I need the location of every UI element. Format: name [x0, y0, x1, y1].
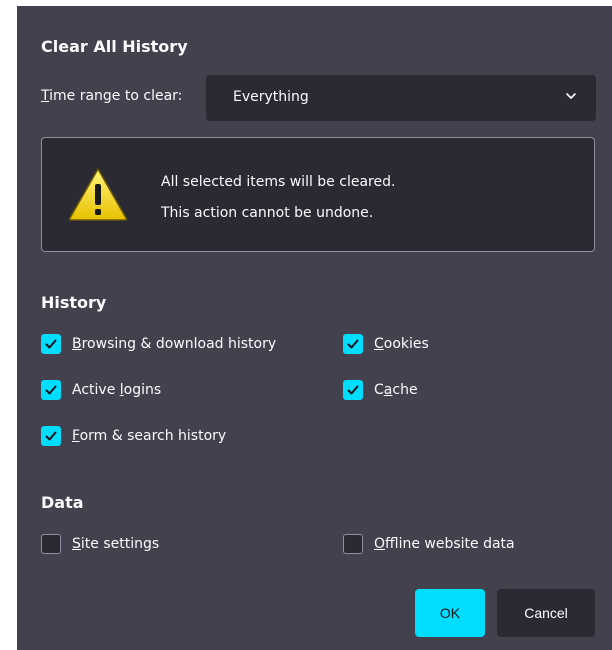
warning-line-2: This action cannot be undone. — [161, 205, 374, 221]
active-logins-checkbox[interactable]: Active logins — [41, 380, 161, 400]
site-settings-checkbox[interactable]: Site settings — [41, 534, 159, 554]
warning-line-1: All selected items will be cleared. — [161, 174, 396, 190]
checkmark-icon — [343, 334, 363, 354]
checkbox-label: Cookies — [374, 336, 429, 352]
checkmark-icon — [41, 334, 61, 354]
time-range-label-access-key: T — [41, 88, 50, 104]
checkbox-label: Site settings — [72, 536, 160, 552]
warning-icon — [68, 168, 128, 221]
clear-history-dialog: Clear All History Time range to clear: E… — [17, 6, 612, 650]
checkmark-icon — [343, 380, 363, 400]
cancel-button[interactable]: Cancel — [497, 589, 595, 637]
offline-website-data-checkbox[interactable]: Offline website data — [343, 534, 515, 554]
history-section-title: History — [41, 293, 107, 312]
time-range-label-text: ime range to clear: — [49, 88, 183, 104]
dialog-title: Clear All History — [41, 37, 188, 56]
form-search-history-checkbox[interactable]: Form & search history — [41, 426, 226, 446]
data-section-title: Data — [41, 493, 84, 512]
chevron-down-icon — [566, 93, 576, 99]
checkbox-label: Browsing & download history — [72, 336, 277, 352]
cookies-checkbox[interactable]: Cookies — [343, 334, 429, 354]
checkbox-label: Active logins — [72, 382, 162, 398]
time-range-select[interactable]: Everything — [206, 75, 596, 121]
time-range-value: Everything — [233, 89, 309, 105]
checkbox-label: Form & search history — [72, 428, 227, 444]
browsing-history-checkbox[interactable]: Browsing & download history — [41, 334, 276, 354]
ok-button[interactable]: OK — [415, 589, 485, 637]
checkmark-icon — [41, 426, 61, 446]
checkbox-box — [343, 534, 363, 554]
warning-box: All selected items will be cleared. This… — [41, 137, 595, 252]
checkbox-label: Offline website data — [374, 536, 515, 552]
cache-checkbox[interactable]: Cache — [343, 380, 418, 400]
checkbox-box — [41, 534, 61, 554]
checkmark-icon — [41, 380, 61, 400]
checkbox-label: Cache — [374, 382, 418, 398]
time-range-label: Time range to clear: — [41, 88, 182, 104]
